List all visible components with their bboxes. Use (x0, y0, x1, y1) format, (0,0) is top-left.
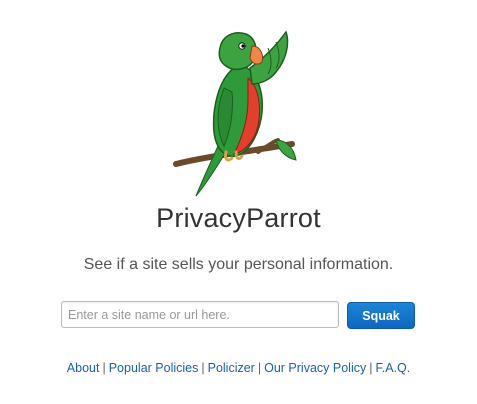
popular-policies-link[interactable]: Popular Policies (109, 361, 199, 375)
footer-separator: | (257, 361, 262, 375)
footer-separator: | (102, 361, 106, 375)
about-link[interactable]: About (67, 361, 100, 375)
faq-link[interactable]: F.A.Q. (375, 361, 410, 375)
footer-separator: | (369, 361, 373, 375)
tagline: See if a site sells your personal inform… (83, 256, 394, 273)
site-title: PrivacyParrot (156, 203, 321, 233)
squak-button[interactable]: Squak (347, 302, 415, 329)
policizer-link[interactable]: Policizer (208, 361, 255, 375)
site-search-input[interactable] (61, 301, 339, 328)
privacy-policy-link[interactable]: Our Privacy Policy (264, 361, 366, 375)
footer-separator: | (201, 361, 205, 375)
footer-links: About | Popular Policies | Policizer | Our Pri… (0, 361, 477, 375)
parrot-logo-icon (173, 30, 297, 197)
